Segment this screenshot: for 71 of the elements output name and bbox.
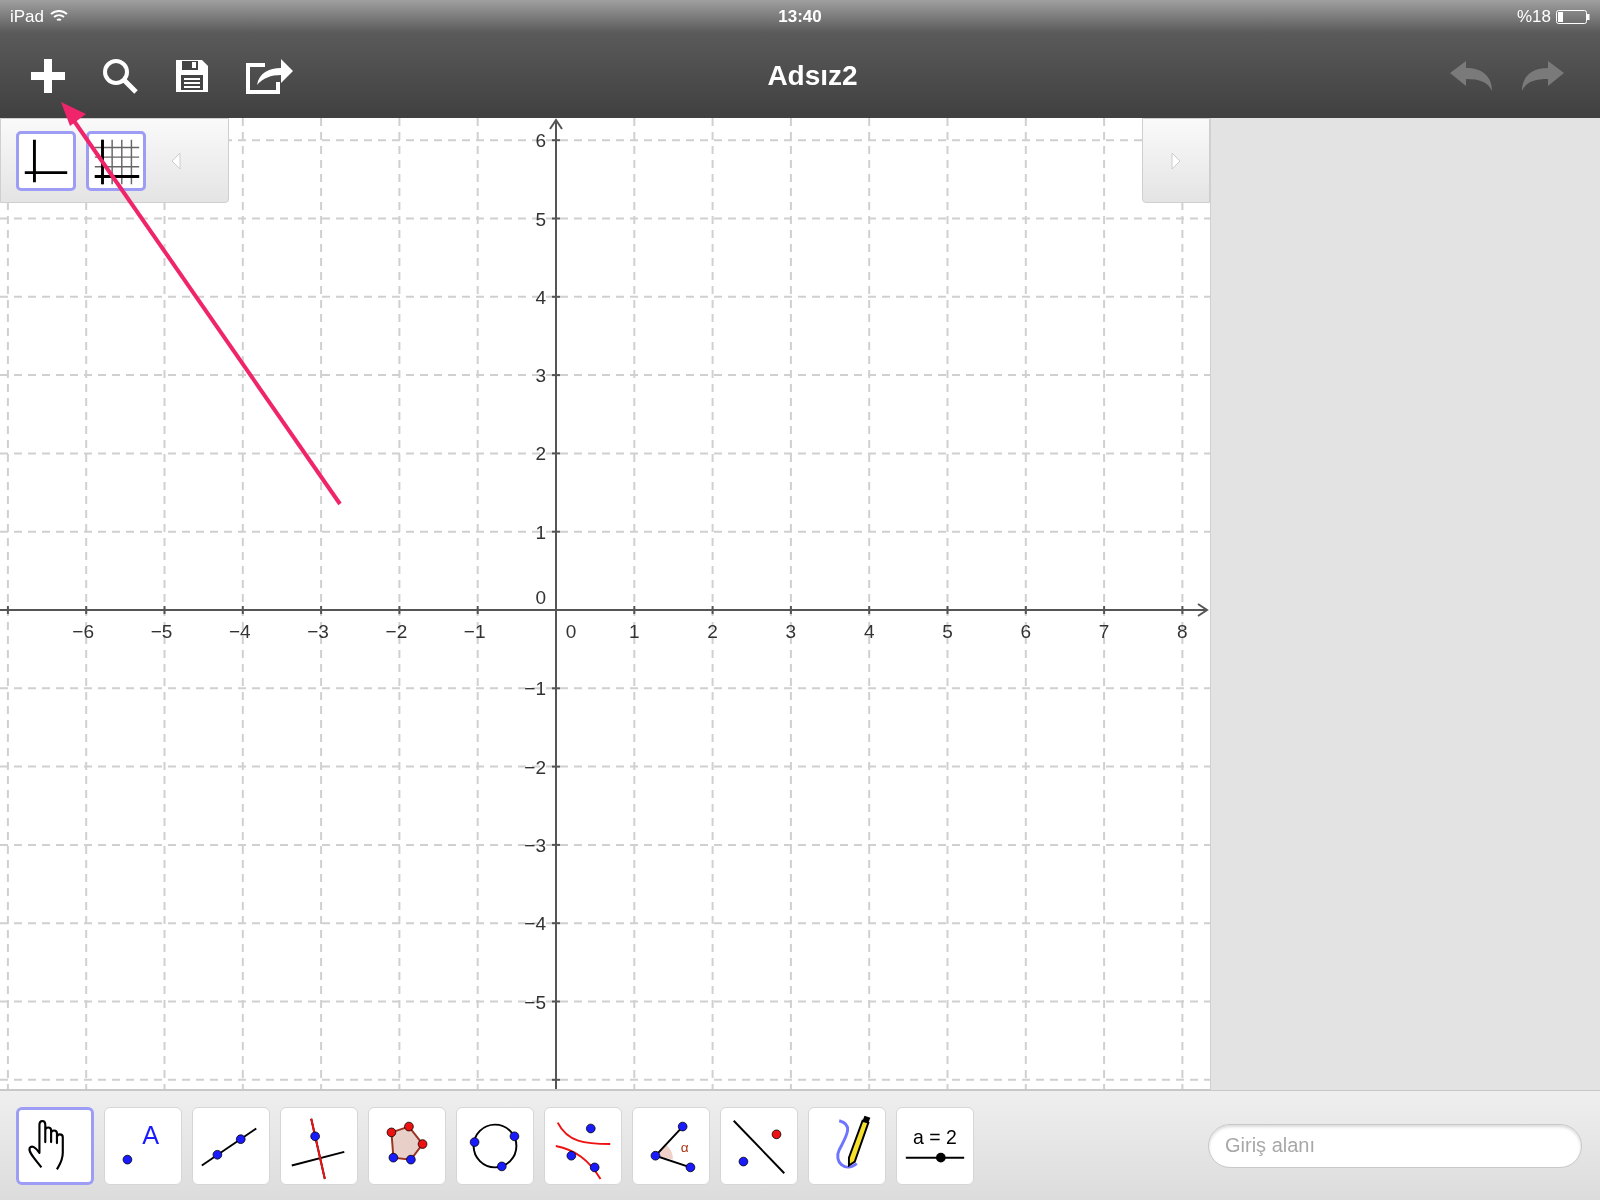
hand-icon <box>28 1119 64 1170</box>
perpendicular-line-icon <box>290 1117 346 1180</box>
line-icon <box>200 1127 258 1166</box>
tick-label: −2 <box>385 621 408 642</box>
tick-label: 6 <box>1020 621 1032 642</box>
slider-icon <box>904 1152 966 1163</box>
tick-label: −5 <box>524 991 546 1013</box>
tick-label: 0 <box>535 587 546 608</box>
tick-label: −3 <box>524 834 546 856</box>
point-label: A <box>142 1120 160 1149</box>
battery-percent: %18 <box>1516 5 1551 28</box>
curves-icon <box>554 1121 612 1180</box>
angle-label: α <box>680 1139 689 1155</box>
tick-label: 3 <box>785 621 797 642</box>
tool-button[interactable] <box>544 1106 622 1185</box>
tick-label: 3 <box>535 365 546 387</box>
tick-label: 7 <box>1098 621 1110 642</box>
tick-label: 6 <box>535 130 546 152</box>
tick-label: −6 <box>72 621 95 642</box>
tick-label: 8 <box>1177 621 1188 642</box>
tick-label: 4 <box>535 286 546 308</box>
tool-button[interactable] <box>280 1106 358 1185</box>
tick-label: 1 <box>629 621 640 642</box>
tool-button[interactable]: A <box>104 1106 182 1185</box>
point-icon <box>122 1154 133 1164</box>
battery-icon <box>1556 9 1590 24</box>
undo-arrow-icon <box>1448 58 1494 93</box>
input-field[interactable]: Giriş alanı <box>1208 1123 1582 1168</box>
tick-label: 1 <box>535 521 546 543</box>
tick-label: 2 <box>535 443 546 465</box>
pencil-icon <box>836 1115 871 1168</box>
tool-button[interactable] <box>368 1106 446 1185</box>
tool-button[interactable]: α <box>632 1106 710 1185</box>
tick-label: −4 <box>524 913 546 935</box>
tick-label: 5 <box>942 621 953 642</box>
clock-time: 13:40 <box>778 5 822 28</box>
graphics-view[interactable]: −6 −5 −4 −3 −2 −1 0 1 2 3 4 5 6 7 8 6 5 4 3 2 1 0 −1 −2 −3 −4 −5 <box>0 118 1210 1090</box>
tick-label: 5 <box>535 208 546 230</box>
slider-label: a = 2 <box>913 1125 957 1148</box>
redo-arrow-icon <box>1520 58 1566 93</box>
document-title: Adsız2 <box>766 58 859 93</box>
tick-label: 4 <box>863 621 875 642</box>
tool-button[interactable] <box>808 1106 886 1185</box>
polygon-icon <box>386 1121 428 1164</box>
caret-left-icon <box>170 150 182 171</box>
panel-toggle-button[interactable] <box>1142 118 1210 203</box>
tool-button[interactable]: a = 2 <box>896 1106 974 1185</box>
wifi-icon <box>50 10 69 23</box>
caret-right-icon <box>1170 150 1182 171</box>
share-icon <box>245 56 295 95</box>
axes-toggle-button[interactable] <box>16 130 76 191</box>
tick-label: −2 <box>524 756 546 778</box>
line-and-points-icon <box>732 1119 786 1174</box>
tick-label: −3 <box>307 621 329 642</box>
grid-toggle-button[interactable] <box>86 130 146 191</box>
search-icon <box>101 56 139 95</box>
tick-label: 0 <box>565 621 577 642</box>
tick-label: −1 <box>463 621 486 642</box>
tick-label: 2 <box>707 621 718 642</box>
tool-button[interactable] <box>456 1106 534 1185</box>
angle-icon <box>650 1121 696 1172</box>
plus-icon <box>29 56 67 95</box>
tick-label: −5 <box>150 621 173 642</box>
tick-label: −1 <box>524 678 546 700</box>
tick-label: −4 <box>228 621 251 642</box>
device-name: iPad <box>10 5 45 28</box>
tool-button[interactable] <box>16 1106 94 1185</box>
circle-icon <box>469 1123 520 1171</box>
tool-button[interactable] <box>192 1106 270 1185</box>
tool-button[interactable] <box>720 1106 798 1185</box>
save-icon <box>174 57 210 94</box>
